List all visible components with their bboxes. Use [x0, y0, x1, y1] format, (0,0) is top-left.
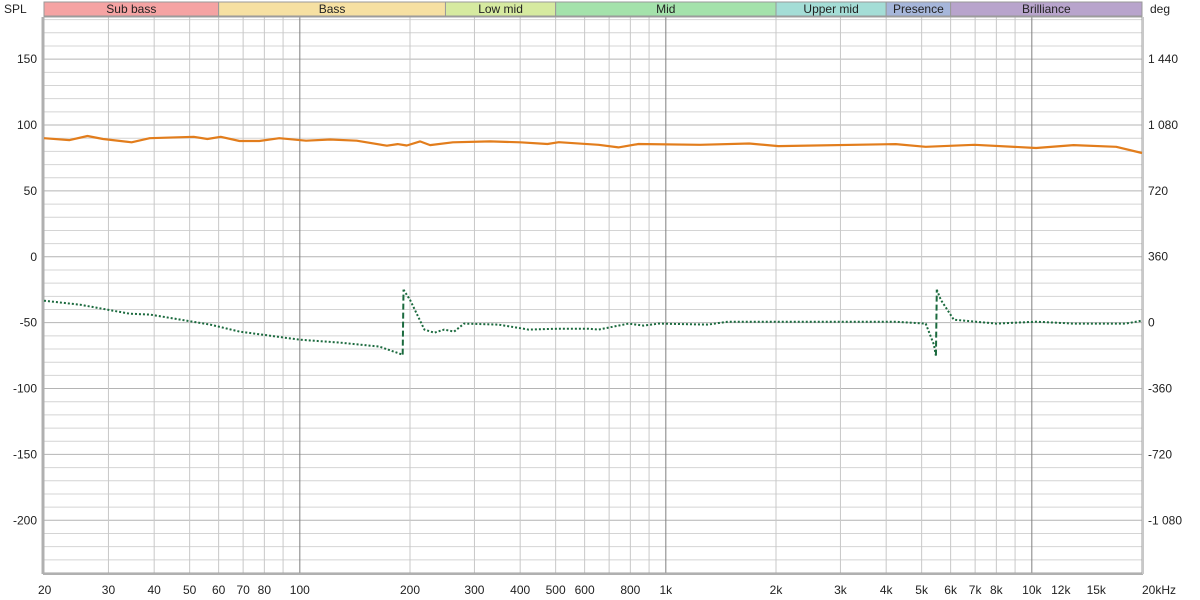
band-label: Mid	[656, 2, 675, 16]
x-tick-label: 60	[212, 583, 226, 597]
x-tick-label: 12k	[1051, 583, 1071, 597]
band-label: Low mid	[478, 2, 523, 16]
x-tick-label: 1k	[659, 583, 673, 597]
x-tick-label: 30	[102, 583, 116, 597]
y2-tick-label: 1 440	[1148, 52, 1178, 66]
x-tick-label: 400	[510, 583, 530, 597]
y2-tick-label: 0	[1148, 316, 1155, 330]
x-tick-label: 300	[464, 583, 484, 597]
y-tick-label: -150	[13, 447, 37, 461]
y-tick-label: 50	[24, 184, 38, 198]
x-tick-label: 40	[147, 583, 161, 597]
x-tick-label: 8k	[990, 583, 1004, 597]
x-tick-label: 800	[620, 583, 640, 597]
y2-tick-label: 360	[1148, 250, 1168, 264]
x-tick-label: 6k	[944, 583, 958, 597]
x-tick-label: 4k	[880, 583, 894, 597]
band-label: Sub bass	[106, 2, 156, 16]
y-tick-label: -200	[13, 513, 37, 527]
frequency-response-chart: Sub bass Bass Low mid Mid Upper mid Presence B…	[4, 1, 1182, 597]
plot-area	[44, 17, 1142, 573]
y-tick-label: 150	[17, 52, 37, 66]
x-tick-label: 50	[183, 583, 197, 597]
y-tick-label: -50	[20, 316, 38, 330]
x-tick-label: 7k	[969, 583, 983, 597]
x-tick-label: 20kHz	[1142, 583, 1176, 597]
y2-tick-label: 1 080	[1148, 118, 1178, 132]
x-tick-label: 100	[290, 583, 310, 597]
x-tick-label: 70	[236, 583, 250, 597]
phase-wrap-segment	[401, 289, 405, 355]
y2-tick-label: -1 080	[1148, 513, 1182, 527]
x-tick-label: 20	[38, 583, 52, 597]
phase-wrap-segment	[934, 289, 938, 356]
band-label: Presence	[893, 2, 944, 16]
x-tick-label: 2k	[770, 583, 784, 597]
x-tick-label: 500	[546, 583, 566, 597]
x-tick-label: 10k	[1022, 583, 1042, 597]
x-tick-label: 15k	[1087, 583, 1107, 597]
band-label: Bass	[319, 2, 346, 16]
y-axis-label: SPL	[4, 2, 27, 16]
y-tick-label: 0	[30, 250, 37, 264]
x-tick-label: 3k	[834, 583, 848, 597]
y2-tick-label: 720	[1148, 184, 1168, 198]
y2-axis-label: deg	[1150, 2, 1170, 16]
band-label: Upper mid	[803, 2, 858, 16]
x-tick-label: 600	[575, 583, 595, 597]
x-tick-label: 5k	[915, 583, 929, 597]
y-tick-label: -100	[13, 382, 37, 396]
y-tick-label: 100	[17, 118, 37, 132]
frequency-bands: Sub bass Bass Low mid Mid Upper mid Presence B…	[43, 1, 1143, 17]
y2-tick-label: -720	[1148, 447, 1172, 461]
x-tick-label: 80	[258, 583, 272, 597]
x-tick-label: 200	[400, 583, 420, 597]
y2-tick-label: -360	[1148, 382, 1172, 396]
band-label: Brilliance	[1022, 2, 1071, 16]
